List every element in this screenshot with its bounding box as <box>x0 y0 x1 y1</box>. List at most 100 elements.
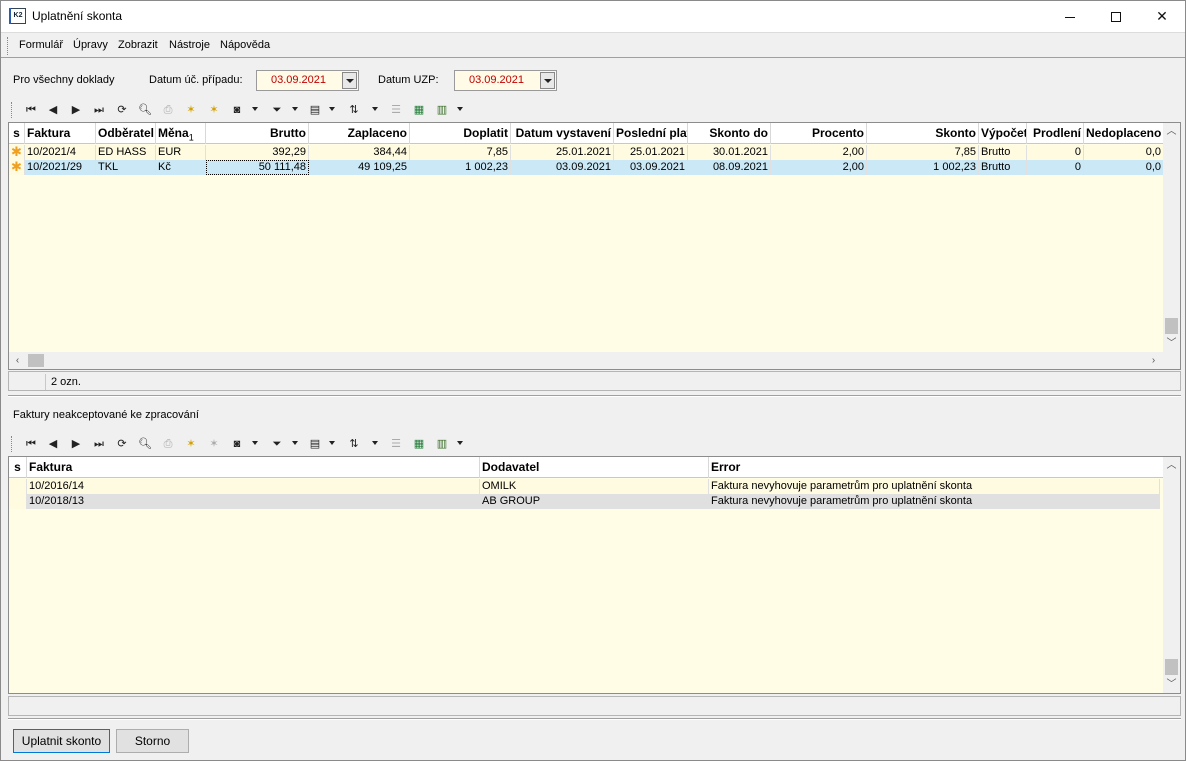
filter-dropdown-icon[interactable] <box>292 441 298 445</box>
hscroll-thumb[interactable] <box>28 354 44 367</box>
calculator-icon[interactable]: ▥ <box>432 100 452 120</box>
next-record-icon[interactable]: ▶ <box>66 100 86 120</box>
col-datum-vystaveni[interactable]: Datum vystavení <box>511 123 614 144</box>
print-icon[interactable]: ⎙ <box>158 434 178 454</box>
cell-posledni-platba[interactable]: 25.01.2021 <box>614 145 688 160</box>
first-record-icon[interactable]: ⏮ <box>21 100 41 120</box>
cell-faktura[interactable]: 10/2016/14 <box>27 479 480 494</box>
invoices-grid[interactable]: s Faktura Odběratel Měna1 Brutto Zaplace… <box>8 122 1181 370</box>
scroll-up-icon[interactable]: ︿ <box>1163 123 1180 140</box>
calculator-dropdown-icon[interactable] <box>457 107 463 111</box>
cell-skonto-do[interactable]: 30.01.2021 <box>688 145 771 160</box>
col-error[interactable]: Error <box>709 457 1164 478</box>
camera-dropdown-icon[interactable] <box>252 107 258 111</box>
refresh-icon[interactable]: ⟳ <box>112 434 132 454</box>
col-nedoplaceno[interactable]: Nedoplaceno <box>1084 123 1164 144</box>
menu-zobrazit[interactable]: Zobrazit <box>118 39 158 51</box>
col-skonto-do[interactable]: Skonto do <box>688 123 771 144</box>
invoices-horizontal-scrollbar[interactable]: ‹ › <box>9 352 1180 369</box>
col-skonto[interactable]: Skonto <box>867 123 979 144</box>
col-faktura[interactable]: Faktura <box>27 457 480 478</box>
cell-prodleni[interactable]: 0 <box>1027 145 1084 160</box>
camera-dropdown-icon[interactable] <box>252 441 258 445</box>
find-icon[interactable]: 🔍︎ <box>135 100 155 120</box>
cell-procento[interactable]: 2,00 <box>771 160 867 175</box>
scroll-down-icon[interactable]: ﹀ <box>1163 676 1180 693</box>
edit-star-icon[interactable]: ✶ <box>204 434 224 454</box>
sort-dropdown-icon[interactable] <box>372 107 378 111</box>
print-icon[interactable]: ⎙ <box>158 100 178 120</box>
previous-record-icon[interactable]: ◀ <box>43 434 63 454</box>
filter-icon[interactable]: ⏷ <box>267 434 287 454</box>
cell-nedoplaceno[interactable]: 0,0 <box>1084 145 1164 160</box>
menu-nastroje[interactable]: Nástroje <box>169 39 210 51</box>
camera-icon[interactable]: ◙ <box>227 100 247 120</box>
sort-icon[interactable]: ⇅ <box>344 100 364 120</box>
cell-odberatel[interactable]: TKL <box>96 160 156 175</box>
cell-brutto[interactable]: 50 111,48 <box>206 160 309 175</box>
last-record-icon[interactable]: ⏭ <box>89 434 109 454</box>
first-record-icon[interactable]: ⏮ <box>21 434 41 454</box>
invoices-vertical-scrollbar[interactable]: ︿ ﹀ <box>1163 123 1180 352</box>
refresh-icon[interactable]: ⟳ <box>112 100 132 120</box>
add-star-icon[interactable]: ✶ <box>181 434 201 454</box>
filter-icon[interactable]: ⏷ <box>267 100 287 120</box>
scroll-right-icon[interactable]: › <box>1145 352 1162 369</box>
excel-export-icon[interactable]: ▦ <box>409 434 429 454</box>
calculator-dropdown-icon[interactable] <box>457 441 463 445</box>
date-event-dropdown-button[interactable] <box>342 72 357 89</box>
cell-datum-vystaveni[interactable]: 03.09.2021 <box>511 160 614 175</box>
col-mena[interactable]: Měna1 <box>156 123 206 144</box>
cell-error[interactable]: Faktura nevyhovuje parametrům pro uplatn… <box>709 494 1160 509</box>
cell-mena[interactable]: EUR <box>156 145 206 160</box>
date-uzp-dropdown-button[interactable] <box>540 72 555 89</box>
date-event-field[interactable]: 03.09.2021 <box>256 70 359 91</box>
table-row[interactable]: ✱ 10/2021/4 ED HASS EUR 392,29 384,44 7,… <box>9 145 1164 160</box>
list-icon[interactable]: ☰ <box>386 100 406 120</box>
list-icon[interactable]: ☰ <box>386 434 406 454</box>
table-row[interactable]: 10/2018/13 AB GROUP Faktura nevyhovuje p… <box>9 494 1160 509</box>
cell-faktura[interactable]: 10/2018/13 <box>27 494 480 509</box>
previous-record-icon[interactable]: ◀ <box>43 100 63 120</box>
columns-dropdown-icon[interactable] <box>329 107 335 111</box>
cell-datum-vystaveni[interactable]: 25.01.2021 <box>511 145 614 160</box>
scroll-thumb[interactable] <box>1165 659 1178 675</box>
cell-skonto-do[interactable]: 08.09.2021 <box>688 160 771 175</box>
cancel-button[interactable]: Storno <box>116 729 189 753</box>
menu-upravy[interactable]: Úpravy <box>73 39 108 51</box>
col-posledni-platba[interactable]: Poslední platba <box>614 123 688 144</box>
menu-napoveda[interactable]: Nápověda <box>220 39 270 51</box>
cell-procento[interactable]: 2,00 <box>771 145 867 160</box>
cell-s[interactable] <box>9 479 27 494</box>
sort-icon[interactable]: ⇅ <box>344 434 364 454</box>
cell-posledni-platba[interactable]: 03.09.2021 <box>614 160 688 175</box>
find-icon[interactable]: 🔍︎ <box>135 434 155 454</box>
maximize-button[interactable] <box>1093 1 1139 32</box>
cell-vypocet[interactable]: Brutto <box>979 160 1027 175</box>
menu-formular[interactable]: Formulář <box>19 39 63 51</box>
next-record-icon[interactable]: ▶ <box>66 434 86 454</box>
cell-s[interactable] <box>9 494 27 509</box>
close-button[interactable]: ✕ <box>1139 1 1185 32</box>
table-row[interactable]: 10/2016/14 OMILK Faktura nevyhovuje para… <box>9 479 1160 494</box>
scroll-left-icon[interactable]: ‹ <box>9 352 26 369</box>
col-zaplaceno[interactable]: Zaplaceno <box>309 123 410 144</box>
rejected-vertical-scrollbar[interactable]: ︿ ﹀ <box>1163 457 1180 693</box>
add-star-icon[interactable]: ✶ <box>181 100 201 120</box>
cell-zaplaceno[interactable]: 384,44 <box>309 145 410 160</box>
col-faktura[interactable]: Faktura <box>25 123 96 144</box>
columns-icon[interactable]: ▤ <box>305 434 325 454</box>
col-doplatit[interactable]: Doplatit <box>410 123 511 144</box>
apply-discount-button[interactable]: Uplatnit skonto <box>13 729 110 753</box>
cell-dodavatel[interactable]: OMILK <box>480 479 709 494</box>
sort-dropdown-icon[interactable] <box>372 441 378 445</box>
excel-export-icon[interactable]: ▦ <box>409 100 429 120</box>
table-row[interactable]: ✱ 10/2021/29 TKL Kč 50 111,48 49 109,25 … <box>9 160 1164 175</box>
col-prodleni[interactable]: Prodlení <box>1027 123 1084 144</box>
camera-icon[interactable]: ◙ <box>227 434 247 454</box>
cell-mena[interactable]: Kč <box>156 160 206 175</box>
cell-faktura[interactable]: 10/2021/4 <box>25 145 96 160</box>
col-s[interactable]: s <box>9 123 25 144</box>
edit-star-icon[interactable]: ✶ <box>204 100 224 120</box>
last-record-icon[interactable]: ⏭ <box>89 100 109 120</box>
